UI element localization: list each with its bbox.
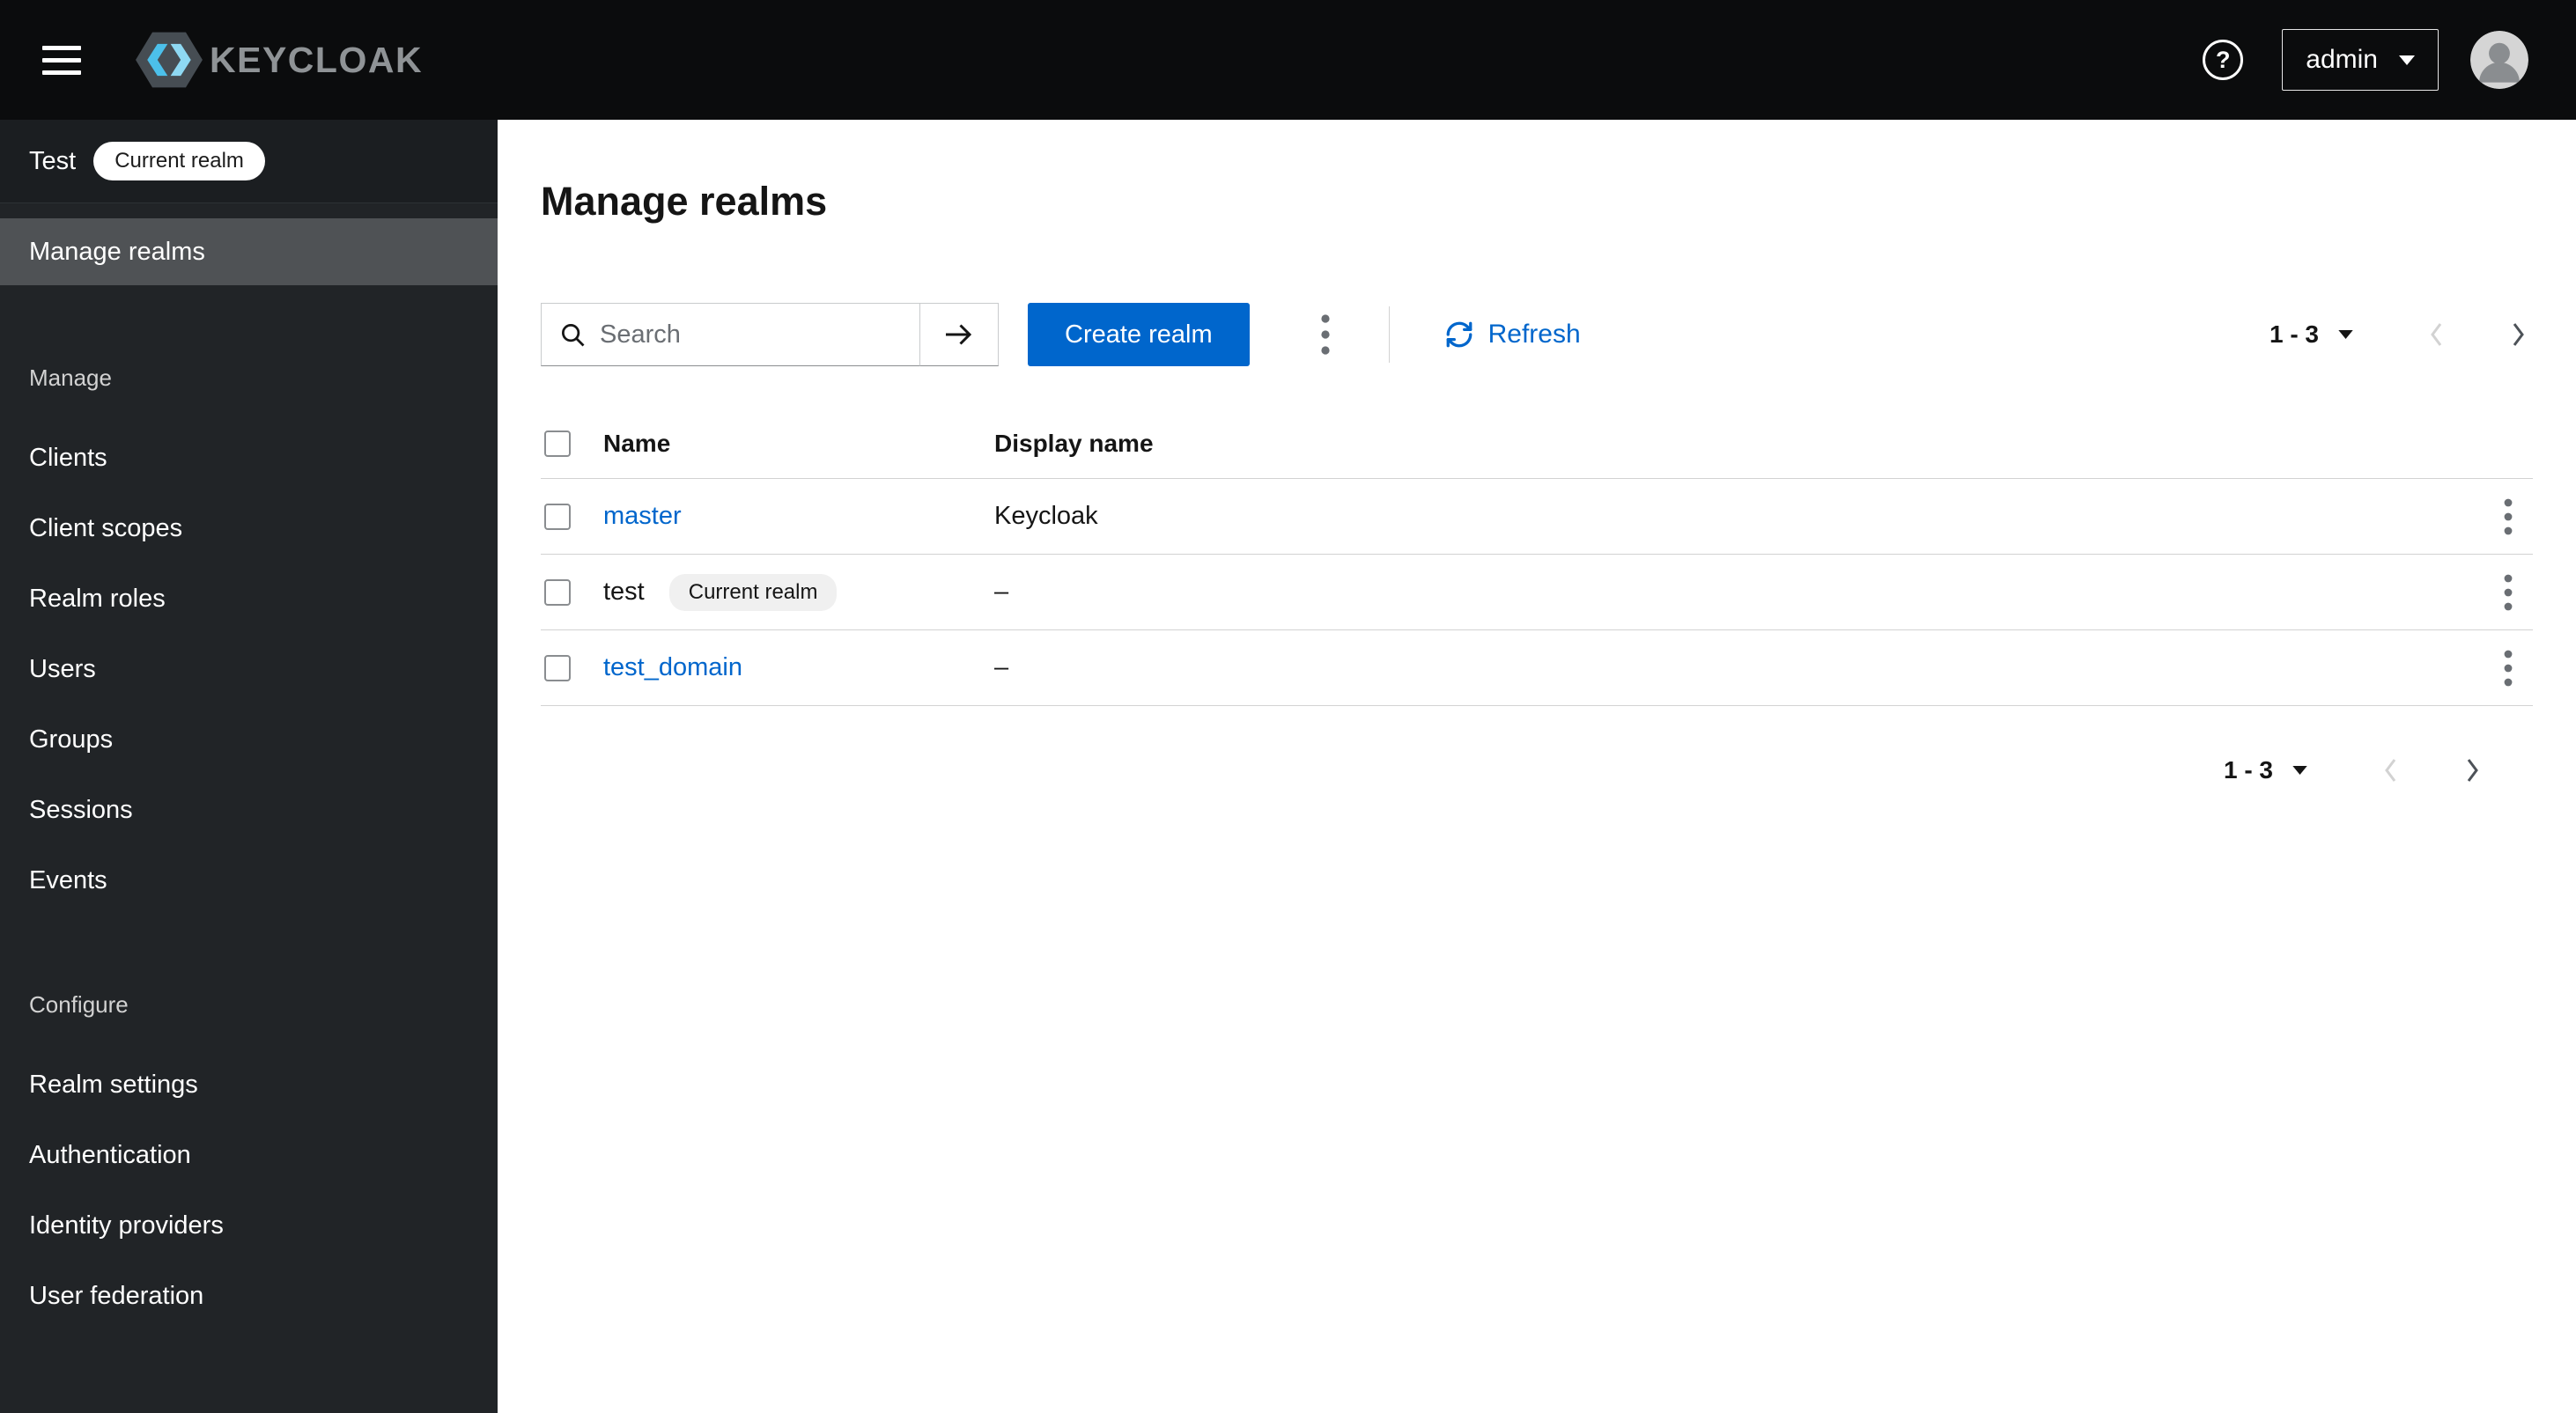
nav-toggle-icon[interactable]	[30, 37, 93, 84]
sidebar-item-events[interactable]: Events	[0, 845, 498, 916]
sidebar-item-clients[interactable]: Clients	[0, 423, 498, 493]
table-row-test: test Current realm –	[541, 555, 2533, 630]
row-checkbox[interactable]	[544, 654, 571, 681]
refresh-button[interactable]: Refresh	[1444, 320, 1581, 350]
help-glyph: ?	[2216, 46, 2231, 73]
pagination-bottom-prev-button[interactable]	[2376, 755, 2406, 785]
chevron-right-icon	[2467, 759, 2478, 782]
pagination-bottom-next-button[interactable]	[2457, 755, 2487, 785]
main-content: Manage realms Search Create realm Refres…	[498, 120, 2576, 1413]
sidebar-item-authentication[interactable]: Authentication	[0, 1120, 498, 1190]
sidebar-item-realm-settings[interactable]: Realm settings	[0, 1049, 498, 1120]
create-realm-button[interactable]: Create realm	[1028, 303, 1250, 366]
sidebar-item-client-scopes[interactable]: Client scopes	[0, 493, 498, 563]
masthead: KEYCLOAK ? admin	[0, 0, 2576, 120]
help-icon[interactable]: ?	[2203, 40, 2244, 80]
user-menu-label: admin	[2306, 45, 2378, 74]
page-title: Manage realms	[541, 179, 828, 224]
display-name-value: Keycloak	[994, 502, 1098, 530]
row-checkbox[interactable]	[544, 578, 571, 606]
realm-link-test-domain[interactable]: test_domain	[603, 653, 742, 682]
pagination-bottom-range-label: 1 - 3	[2223, 756, 2273, 784]
caret-down-icon	[2292, 766, 2307, 775]
search-submit-button[interactable]	[919, 303, 999, 366]
row-checkbox[interactable]	[544, 503, 571, 530]
sidebar-item-manage-realms[interactable]: Manage realms	[0, 218, 498, 285]
avatar[interactable]	[2470, 31, 2528, 89]
sidebar-item-realm-roles[interactable]: Realm roles	[0, 563, 498, 634]
keycloak-logo-icon	[136, 32, 203, 88]
sidebar-group-configure: Configure	[29, 991, 129, 1018]
sidebar-item-user-federation[interactable]: User federation	[0, 1261, 498, 1331]
toolbar-kebab-icon[interactable]	[1301, 303, 1350, 366]
current-realm-row-badge: Current realm	[668, 573, 838, 611]
avatar-icon	[2470, 31, 2528, 89]
sidebar-item-sessions[interactable]: Sessions	[0, 775, 498, 845]
masthead-right: ? admin	[2203, 29, 2528, 91]
realm-link-master[interactable]: master	[603, 502, 682, 531]
realms-table: Name Display name master Keycloak test C…	[541, 408, 2533, 706]
chevron-left-icon	[2431, 323, 2442, 346]
sidebar-item-groups[interactable]: Groups	[0, 704, 498, 775]
caret-down-icon	[2338, 330, 2353, 339]
pagination-range-dropdown[interactable]: 1 - 3	[2270, 320, 2353, 349]
pagination-bottom: 1 - 3	[541, 755, 2533, 785]
row-kebab-icon[interactable]	[2484, 485, 2533, 548]
sidebar-item-users[interactable]: Users	[0, 634, 498, 704]
caret-down-icon	[2399, 55, 2415, 65]
chevron-right-icon	[2513, 323, 2524, 346]
column-header-name: Name	[603, 429, 671, 457]
user-menu-dropdown[interactable]: admin	[2282, 29, 2439, 91]
brand-text: KEYCLOAK	[210, 39, 424, 80]
sidebar-item-identity-providers[interactable]: Identity providers	[0, 1190, 498, 1261]
table-row-test-domain: test_domain –	[541, 630, 2533, 706]
realm-name-test: test	[603, 578, 645, 606]
arrow-right-icon	[946, 324, 972, 345]
lower-layout: Test Current realm Manage realms Manage …	[0, 120, 2576, 1413]
refresh-label: Refresh	[1487, 320, 1581, 349]
pagination-top: 1 - 3	[2270, 320, 2533, 350]
sidebar: Test Current realm Manage realms Manage …	[0, 120, 498, 1413]
sidebar-group-manage: Manage	[29, 364, 112, 391]
chevron-left-icon	[2385, 759, 2396, 782]
pagination-bottom-range-dropdown[interactable]: 1 - 3	[2224, 756, 2307, 784]
column-header-display-name: Display name	[994, 429, 1154, 457]
search-box	[541, 303, 919, 366]
table-header-row: Name Display name	[541, 408, 2533, 479]
toolbar: Create realm Ref	[541, 303, 2533, 366]
search-icon	[562, 324, 585, 347]
pagination-prev-button[interactable]	[2422, 320, 2452, 350]
current-realm-badge: Current realm	[93, 142, 265, 180]
row-kebab-icon[interactable]	[2484, 561, 2533, 624]
pagination-range-label: 1 - 3	[2269, 320, 2319, 348]
keycloak-logo: KEYCLOAK	[134, 31, 423, 89]
display-name-value: –	[994, 653, 1009, 681]
refresh-icon	[1446, 321, 1473, 348]
row-kebab-icon[interactable]	[2484, 637, 2533, 700]
app: KEYCLOAK ? admin Test Current realm Mana…	[0, 0, 2576, 1413]
toolbar-divider	[1388, 306, 1390, 363]
select-all-checkbox[interactable]	[544, 430, 571, 457]
pagination-next-button[interactable]	[2503, 320, 2533, 350]
search-group	[541, 303, 999, 366]
table-row-master: master Keycloak	[541, 479, 2533, 555]
search-input[interactable]	[598, 319, 919, 350]
realm-selector[interactable]: Test Current realm	[0, 120, 498, 203]
current-realm-name: Test	[29, 146, 77, 175]
display-name-value: –	[994, 578, 1009, 606]
